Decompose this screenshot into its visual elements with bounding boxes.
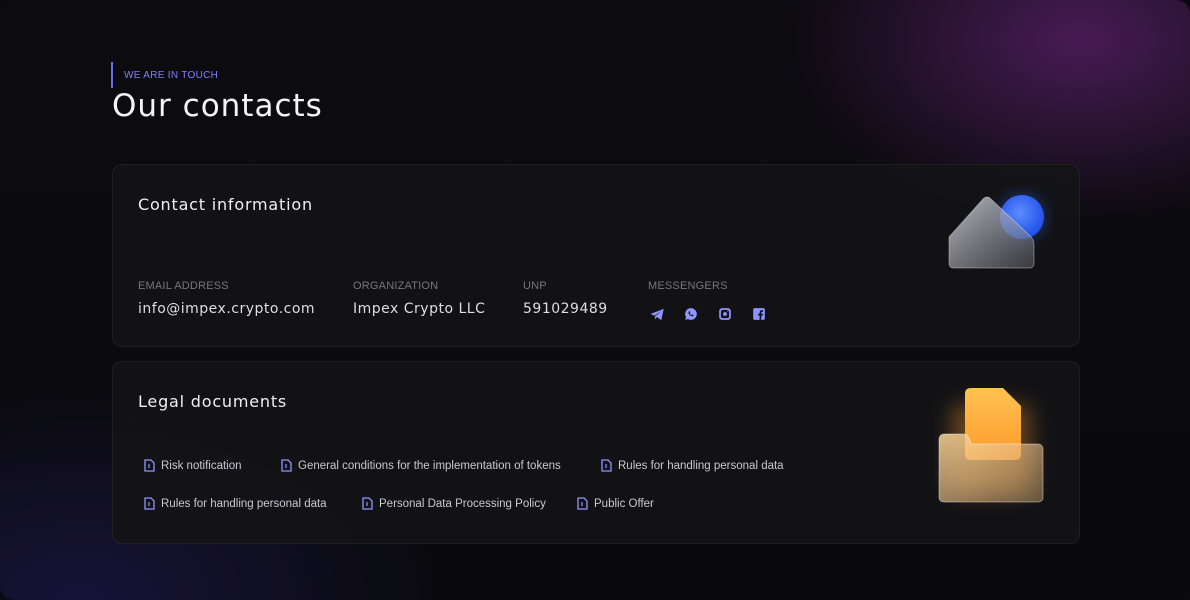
section-eyebrow: WE ARE IN TOUCH: [111, 62, 218, 88]
email-label: EMAIL ADDRESS: [138, 280, 229, 292]
document-icon: [281, 459, 292, 472]
messenger-links: [648, 305, 768, 323]
document-link-label: Risk notification: [161, 459, 242, 472]
document-link[interactable]: Public Offer: [577, 497, 654, 510]
unp-value: 591029489: [523, 301, 608, 317]
document-link-label: Rules for handling personal data: [161, 497, 327, 510]
contact-card-title: Contact information: [138, 195, 313, 214]
telegram-icon[interactable]: [648, 305, 666, 323]
document-icon: [577, 497, 588, 510]
document-link-label: General conditions for the implementatio…: [298, 459, 561, 472]
document-icon: [144, 497, 155, 510]
documents-row-1: Risk notification General conditions for…: [144, 459, 784, 472]
messengers-label: MESSENGERS: [648, 280, 728, 292]
document-link[interactable]: Personal Data Processing Policy: [362, 497, 577, 510]
unp-field: UNP 591029489: [523, 280, 608, 317]
unp-label: UNP: [523, 280, 547, 292]
documents-row-2: Rules for handling personal data Persona…: [144, 497, 654, 510]
email-value[interactable]: info@impex.crypto.com: [138, 301, 315, 317]
document-link[interactable]: Rules for handling personal data: [144, 497, 362, 510]
messengers-field: MESSENGERS: [648, 280, 768, 323]
organization-field: ORGANIZATION Impex Crypto LLC: [353, 280, 485, 317]
legal-card-title: Legal documents: [138, 392, 288, 411]
document-link-label: Public Offer: [594, 497, 654, 510]
whatsapp-icon[interactable]: [682, 305, 700, 323]
page-title: Our contacts: [112, 88, 323, 124]
organization-label: ORGANIZATION: [353, 280, 439, 292]
instagram-icon[interactable]: [716, 305, 734, 323]
organization-value: Impex Crypto LLC: [353, 301, 486, 317]
document-icon: [601, 459, 612, 472]
document-link[interactable]: General conditions for the implementatio…: [281, 459, 601, 472]
email-field: EMAIL ADDRESS info@impex.crypto.com: [138, 280, 315, 317]
contacts-page: WE ARE IN TOUCH Our contacts Contact inf…: [0, 0, 1190, 600]
document-link[interactable]: Rules for handling personal data: [601, 459, 784, 472]
document-icon: [362, 497, 373, 510]
document-link-label: Personal Data Processing Policy: [379, 497, 546, 510]
legal-documents-card: Legal documents Risk notification Genera…: [112, 361, 1080, 544]
document-link[interactable]: Risk notification: [144, 459, 281, 472]
facebook-icon[interactable]: [750, 305, 768, 323]
folder-icon: [938, 388, 1044, 503]
document-icon: [144, 459, 155, 472]
cloud-sun-icon: [948, 191, 1048, 269]
contact-information-card: Contact information EMAIL ADDRESS info@i…: [112, 164, 1080, 347]
document-link-label: Rules for handling personal data: [618, 459, 784, 472]
